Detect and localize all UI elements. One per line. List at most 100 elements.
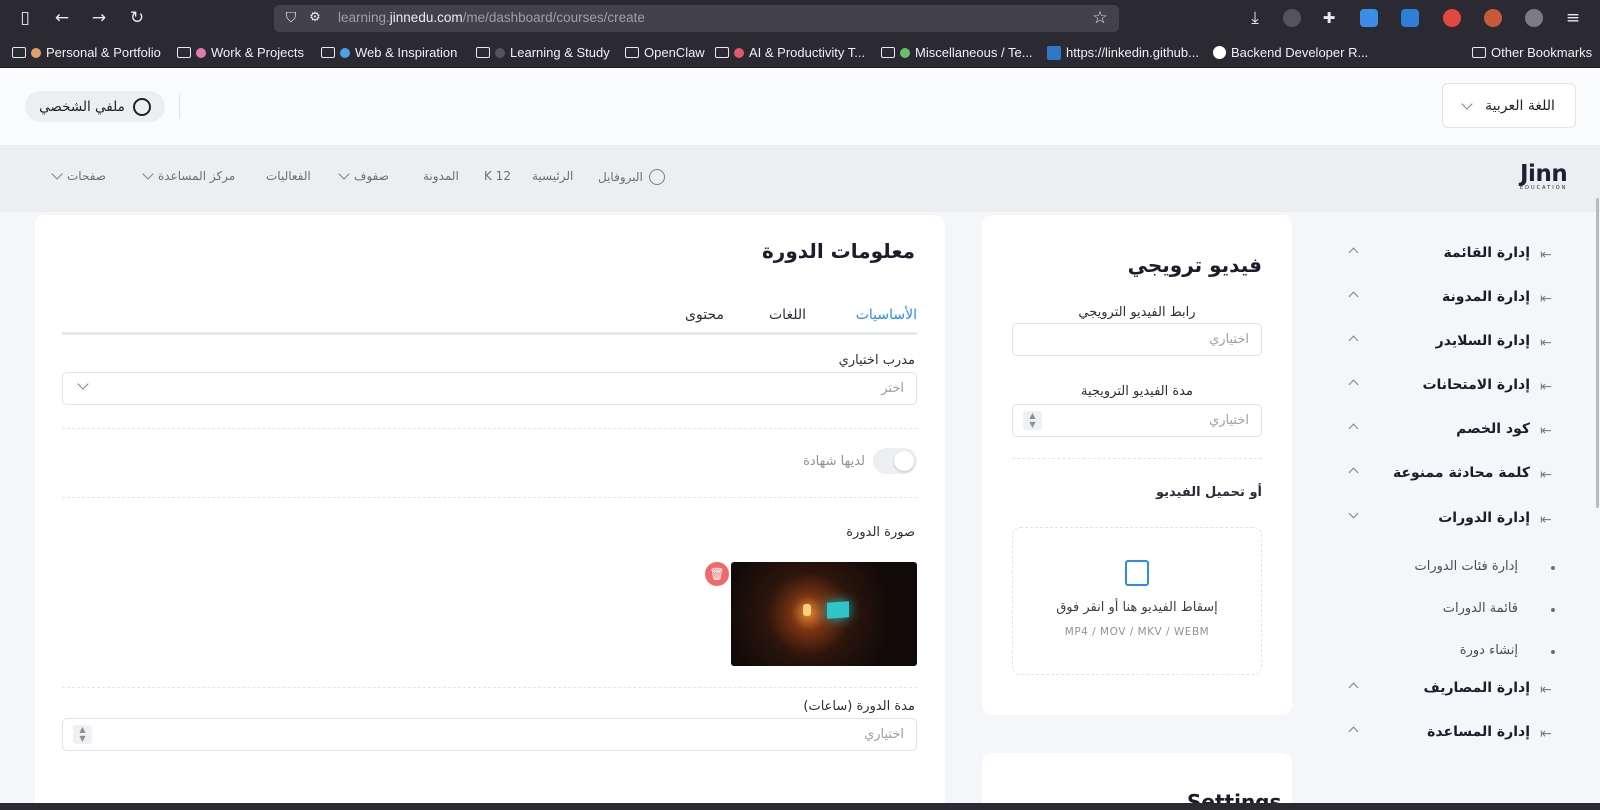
folder-icon <box>1472 47 1486 58</box>
bookmark-link[interactable]: https://linkedin.github... <box>1047 45 1199 60</box>
stepper-icon[interactable]: ▲ ▼ <box>73 725 92 744</box>
nav-classes[interactable]: صفوف <box>338 168 389 183</box>
tab-basics[interactable]: الأساسيات <box>856 307 917 323</box>
sidebar-item-help[interactable]: إدارة المساعدة ⇤ <box>1340 719 1570 749</box>
chevron-down-icon <box>338 168 350 180</box>
promo-duration-label: مدة الفيديو الترويجية <box>1081 384 1193 399</box>
sidebar-collapse-icon: ⇤ <box>1540 682 1552 698</box>
extension-fi-icon[interactable] <box>1360 9 1378 27</box>
lamp-glow <box>803 604 811 616</box>
sidebar-collapse-icon: ⇤ <box>1540 423 1552 439</box>
sidebar-item-exams[interactable]: إدارة الامتحانات ⇤ <box>1340 372 1570 402</box>
extension-timer-icon[interactable] <box>1484 9 1502 27</box>
stepper-icon[interactable]: ▲ ▼ <box>1023 411 1042 430</box>
bookmark-folder[interactable]: Miscellaneous / Te... <box>881 45 1033 60</box>
trainer-select[interactable]: اختر <box>62 372 917 405</box>
folder-icon <box>476 47 490 58</box>
toggle-knob <box>894 451 914 471</box>
extensions-puzzle-icon[interactable]: ✚ <box>1318 7 1340 29</box>
extension-moon-icon[interactable] <box>1525 9 1543 27</box>
sidebar-collapse-icon: ⇤ <box>1540 247 1552 263</box>
address-bar[interactable]: ⛉ ⚙ learning.jinnedu.com/me/dashboard/co… <box>274 5 1119 32</box>
nav-events[interactable]: الفعاليات <box>266 169 311 183</box>
sidebar-item-expenses[interactable]: إدارة المصاريف ⇤ <box>1340 675 1570 705</box>
chevron-down-icon <box>142 168 154 180</box>
bookmark-folder[interactable]: Personal & Portfolio <box>12 45 161 60</box>
back-icon[interactable]: ← <box>51 7 73 29</box>
promo-url-input[interactable]: اختياري <box>1012 323 1262 356</box>
nav-home[interactable]: الرئيسية <box>532 169 573 183</box>
chevron-up-icon <box>1348 726 1359 737</box>
folder-icon <box>625 47 639 58</box>
video-dropzone[interactable]: إسقاط الفيديو هنا أو انقر فوق MP4 / MOV … <box>1012 527 1262 675</box>
main-navbar: صفحات مركز المساعدة الفعاليات صفوف المدو… <box>0 145 1600 212</box>
other-bookmarks[interactable]: Other Bookmarks <box>1472 45 1592 60</box>
course-tabs: الأساسيات اللغات محتوى <box>62 307 917 335</box>
course-duration-label: مدة الدورة (ساعات) <box>803 699 915 714</box>
robot-icon <box>734 47 744 58</box>
course-image-label: صورة الدورة <box>846 525 915 540</box>
sidebar-subitem-create-course[interactable]: إنشاء دورة <box>1460 643 1518 658</box>
downloads-icon[interactable]: ⤓ <box>1244 7 1266 29</box>
promo-video-card: فيديو ترويجي رابط الفيديو الترويجي اختيا… <box>982 215 1292 715</box>
bookmark-folder[interactable]: Work & Projects <box>177 45 304 60</box>
certificate-toggle[interactable] <box>873 448 917 474</box>
jinn-logo[interactable]: Jinn EDUCATION <box>1520 161 1580 197</box>
course-image-preview <box>731 562 917 666</box>
nav-help-center[interactable]: مركز المساعدة <box>142 168 235 183</box>
profile-label: ملفي الشخصي <box>39 98 125 115</box>
nav-blog[interactable]: المدونة <box>423 169 459 183</box>
nav-pages[interactable]: صفحات <box>51 168 106 183</box>
settings-card: Settings <box>982 753 1292 803</box>
bullet <box>1551 608 1555 612</box>
promo-duration-input[interactable]: اختياري ▲ ▼ <box>1012 404 1262 437</box>
extension-s-icon[interactable] <box>1401 9 1419 27</box>
bookmark-folder[interactable]: Learning & Study <box>476 45 610 60</box>
extension-avatar-icon[interactable] <box>1283 9 1301 27</box>
profile-button[interactable]: ملفي الشخصي <box>25 91 165 122</box>
menu-icon[interactable]: ≡ <box>1562 7 1584 29</box>
user-circle-icon <box>648 169 665 185</box>
bookmark-star-icon[interactable]: ☆ <box>1089 7 1111 29</box>
chevron-down-icon <box>1461 97 1473 110</box>
forward-icon[interactable]: → <box>88 7 110 29</box>
url-text[interactable]: learning.jinnedu.com/me/dashboard/course… <box>338 10 645 25</box>
tab-content[interactable]: محتوى <box>685 307 724 323</box>
bookmark-link[interactable]: Backend Developer R... <box>1213 45 1368 60</box>
tab-languages[interactable]: اللغات <box>769 307 806 323</box>
shield-icon[interactable]: ⛉ <box>280 7 302 29</box>
site-settings-icon[interactable]: ⚙ <box>304 7 326 29</box>
language-select[interactable]: اللغة العربية <box>1442 83 1576 128</box>
sidebar-subitem-course-list[interactable]: قائمة الدورات <box>1443 601 1518 616</box>
sidebar-item-discount[interactable]: كود الخصم ⇤ <box>1340 416 1570 446</box>
sidebar-item-slider[interactable]: إدارة السلايدر ⇤ <box>1340 328 1570 358</box>
user-circle-icon <box>132 97 151 116</box>
course-duration-input[interactable]: اختياري ▲ ▼ <box>62 718 917 751</box>
sidebar-item-menu[interactable]: إدارة القائمة ⇤ <box>1340 240 1570 270</box>
chevron-down-icon <box>1348 508 1359 519</box>
nav-profile[interactable]: البروفايل <box>598 169 665 185</box>
puzzle-icon <box>900 47 910 58</box>
chevron-down-icon <box>51 168 63 180</box>
sidebar-subitem-course-categories[interactable]: إدارة فئات الدورات <box>1414 559 1518 574</box>
bookmark-folder[interactable]: AI & Productivity T... <box>715 45 865 60</box>
sidebar-item-banned-words[interactable]: كلمة محادثة ممنوعة ⇤ <box>1340 460 1570 490</box>
bookmark-folder[interactable]: OpenClaw <box>625 45 705 60</box>
extension-tomato-icon[interactable] <box>1443 9 1461 27</box>
nav-k12[interactable]: K 12 <box>484 169 511 183</box>
brain-icon <box>196 47 206 58</box>
graduation-icon <box>495 47 505 58</box>
sidebar-item-courses[interactable]: إدارة الدورات ⇤ <box>1340 505 1570 535</box>
sidebar-collapse-icon: ⇤ <box>1540 291 1552 307</box>
page-scrollbar[interactable] <box>1596 198 1599 508</box>
logo-text: Jinn <box>1520 161 1568 187</box>
bullet <box>1551 650 1555 654</box>
page-content: ملفي الشخصي اللغة العربية صفحات مركز الم… <box>0 68 1600 803</box>
bookmark-folder[interactable]: Web & Inspiration <box>321 45 457 60</box>
sidebar-item-blog[interactable]: إدارة المدونة ⇤ <box>1340 284 1570 314</box>
sidebar-toggle-icon[interactable]: ▯ <box>14 7 36 29</box>
reload-icon[interactable]: ↻ <box>126 7 148 29</box>
dropzone-text: إسقاط الفيديو هنا أو انقر فوق <box>1056 600 1218 615</box>
delete-image-button[interactable]: 🗑 <box>705 562 729 586</box>
trash-icon: 🗑 <box>709 567 725 581</box>
